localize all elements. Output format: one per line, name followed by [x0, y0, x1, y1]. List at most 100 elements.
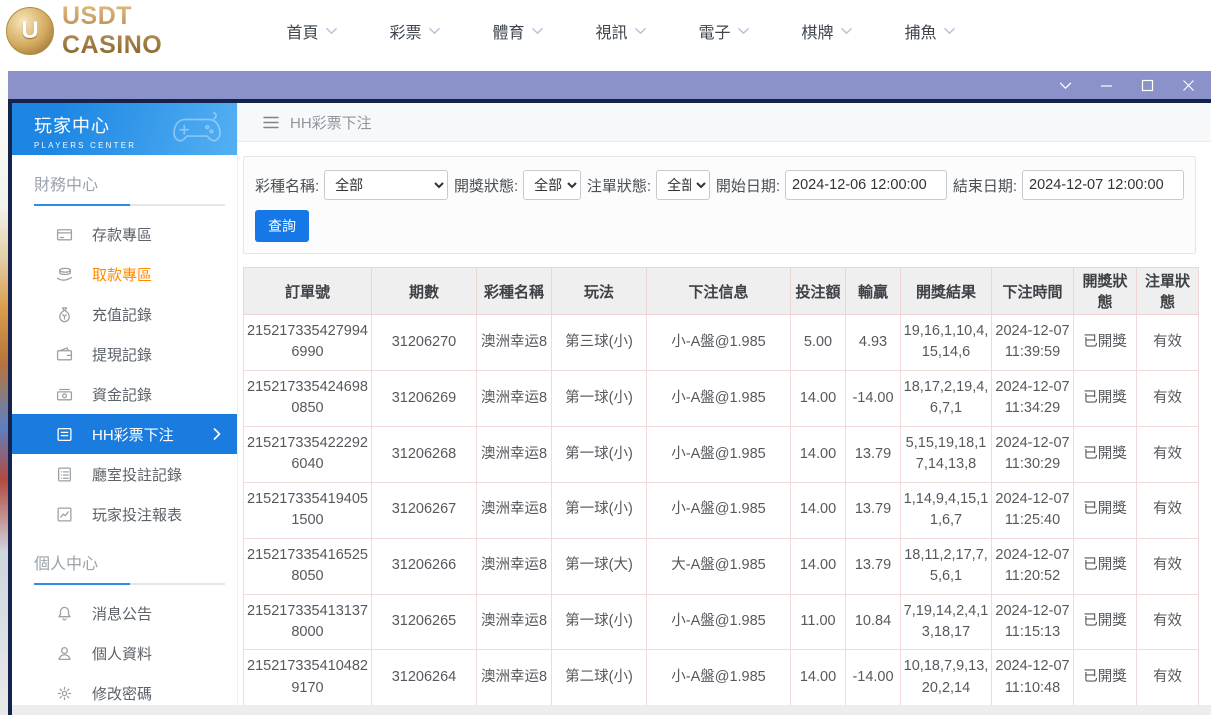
sidebar-item-label: 消息公告 — [92, 603, 152, 624]
table-cell: 第一球(小) — [552, 426, 647, 482]
table-cell: 14.00 — [791, 370, 846, 426]
logo-coin-icon: U — [6, 7, 54, 55]
window-minimize-icon[interactable] — [1099, 78, 1113, 92]
table-cell: 5,15,19,18,17,14,13,8 — [901, 426, 992, 482]
withdrawal-record-icon — [56, 346, 73, 363]
column-header: 訂單號 — [244, 268, 372, 315]
window-close-icon[interactable] — [1181, 78, 1195, 92]
brand-logo[interactable]: U USDT CASINO — [6, 2, 238, 60]
sidebar-header: 玩家中心 PLAYERS CENTER — [12, 103, 237, 155]
filter-panel: 彩種名稱: 全部 開獎狀態: 全部 注單狀態: 全部 開始日期: — [243, 156, 1196, 254]
chevron-down-icon — [944, 27, 955, 35]
table-cell: 2152173354104829170 — [244, 650, 372, 706]
sidebar-item[interactable]: 消息公告 — [12, 593, 237, 633]
table-cell: 第一球(小) — [552, 594, 647, 650]
table-cell: 31206265 — [372, 594, 477, 650]
nav-item[interactable]: 電子 — [672, 0, 775, 62]
table-cell: 有效 — [1137, 426, 1199, 482]
table-cell: 已開獎 — [1074, 538, 1137, 594]
table-row: 215217335410482917031206264澳洲幸运8第二球(小)小-… — [244, 650, 1199, 706]
nav-item[interactable]: 捕魚 — [878, 0, 981, 62]
table-cell: 7,19,14,2,4,13,18,17 — [901, 594, 992, 650]
table-cell: 11.00 — [791, 594, 846, 650]
table-cell: 有效 — [1137, 482, 1199, 538]
column-header: 期數 — [372, 268, 477, 315]
players-center-window: 玩家中心 PLAYERS CENTER 財務中心存款專區取款專區充值記錄提現記錄… — [8, 71, 1211, 715]
lottery-select[interactable]: 全部 — [324, 170, 448, 200]
horizontal-scrollbar[interactable] — [12, 705, 1211, 715]
column-header: 投注額 — [791, 268, 846, 315]
sidebar-item-label: 存款專區 — [92, 224, 152, 245]
table-cell: 澳洲幸运8 — [477, 426, 552, 482]
sidebar-item[interactable]: 充值記錄 — [12, 294, 237, 334]
table-cell: 4.93 — [846, 315, 901, 371]
table-cell: 小-A盤@1.985 — [647, 426, 791, 482]
table-cell: -14.00 — [846, 370, 901, 426]
sidebar-item[interactable]: HH彩票下注 — [12, 414, 237, 454]
table-cell: 2024-12-07 11:34:29 — [992, 370, 1074, 426]
order-status-filter-label: 注單狀態: — [587, 175, 651, 196]
chevron-down-icon — [429, 27, 440, 35]
chevron-down-icon — [635, 27, 646, 35]
table-cell: 已開獎 — [1074, 315, 1137, 371]
nav-item[interactable]: 視訊 — [569, 0, 672, 62]
table-cell: 澳洲幸运8 — [477, 538, 552, 594]
nav-item[interactable]: 首頁 — [260, 0, 363, 62]
sidebar-item[interactable]: 玩家投注報表 — [12, 494, 237, 534]
sidebar-item[interactable]: 提現記錄 — [12, 334, 237, 374]
end-date-input[interactable] — [1022, 170, 1184, 200]
table-row: 215217335413137800031206265澳洲幸运8第一球(小)小-… — [244, 594, 1199, 650]
table-cell: 小-A盤@1.985 — [647, 594, 791, 650]
bets-table: 訂單號期數彩種名稱玩法下注信息投注額輸贏開獎結果下注時間開獎狀態注單狀態 215… — [243, 267, 1199, 715]
sidebar-item[interactable]: 存款專區 — [12, 214, 237, 254]
nav-item-label: 彩票 — [389, 19, 421, 43]
table-cell: 10.84 — [846, 594, 901, 650]
sidebar-item[interactable]: 個人資料 — [12, 633, 237, 673]
window-maximize-icon[interactable] — [1140, 78, 1154, 92]
nav-item[interactable]: 棋牌 — [775, 0, 878, 62]
table-cell: 14.00 — [791, 426, 846, 482]
table-cell: 2152173354279946990 — [244, 315, 372, 371]
bets-table-wrap: 訂單號期數彩種名稱玩法下注信息投注額輸贏開獎結果下注時間開獎狀態注單狀態 215… — [243, 267, 1196, 715]
table-cell: 第三球(小) — [552, 315, 647, 371]
sidebar-item-label: HH彩票下注 — [92, 424, 174, 445]
table-cell: 18,11,2,17,7,5,6,1 — [901, 538, 992, 594]
table-cell: 2024-12-07 11:15:13 — [992, 594, 1074, 650]
table-cell: 31206268 — [372, 426, 477, 482]
table-cell: 2152173354131378000 — [244, 594, 372, 650]
table-cell: 2152173354165258050 — [244, 538, 372, 594]
column-header: 玩法 — [552, 268, 647, 315]
sidebar-item-label: 玩家投注報表 — [92, 504, 182, 525]
sidebar-item[interactable]: 資金記錄 — [12, 374, 237, 414]
start-date-label: 開始日期: — [716, 175, 780, 196]
chevron-down-icon — [738, 27, 749, 35]
table-cell: 已開獎 — [1074, 594, 1137, 650]
menu-toggle-icon[interactable] — [263, 116, 279, 129]
sidebar-item-label: 充值記錄 — [92, 304, 152, 325]
table-row: 215217335416525805031206266澳洲幸运8第一球(大)大-… — [244, 538, 1199, 594]
nav-item-label: 視訊 — [595, 19, 627, 43]
nav-item[interactable]: 彩票 — [363, 0, 466, 62]
sidebar-item[interactable]: 廳室投註記錄 — [12, 454, 237, 494]
order-status-select[interactable]: 全部 — [656, 170, 710, 200]
section-divider — [34, 204, 225, 206]
window-body: 玩家中心 PLAYERS CENTER 財務中心存款專區取款專區充值記錄提現記錄… — [8, 99, 1211, 715]
deposit-icon — [56, 226, 73, 243]
window-chevron-down-icon[interactable] — [1058, 78, 1072, 92]
draw-status-select[interactable]: 全部 — [523, 170, 581, 200]
nav-item[interactable]: 體育 — [466, 0, 569, 62]
sidebar-item-label: 個人資料 — [92, 643, 152, 664]
funds-record-icon — [56, 386, 73, 403]
table-cell: 10,18,7,9,13,20,2,14 — [901, 650, 992, 706]
table-cell: 5.00 — [791, 315, 846, 371]
bell-icon — [56, 605, 73, 622]
table-cell: 2024-12-07 11:30:29 — [992, 426, 1074, 482]
table-cell: 2152173354246980850 — [244, 370, 372, 426]
start-date-input[interactable] — [785, 170, 947, 200]
search-button[interactable]: 查詢 — [255, 210, 309, 242]
sidebar-item[interactable]: 取款專區 — [12, 254, 237, 294]
table-cell: 31206267 — [372, 482, 477, 538]
column-header: 下注時間 — [992, 268, 1074, 315]
hall-record-icon — [56, 466, 73, 483]
column-header: 下注信息 — [647, 268, 791, 315]
